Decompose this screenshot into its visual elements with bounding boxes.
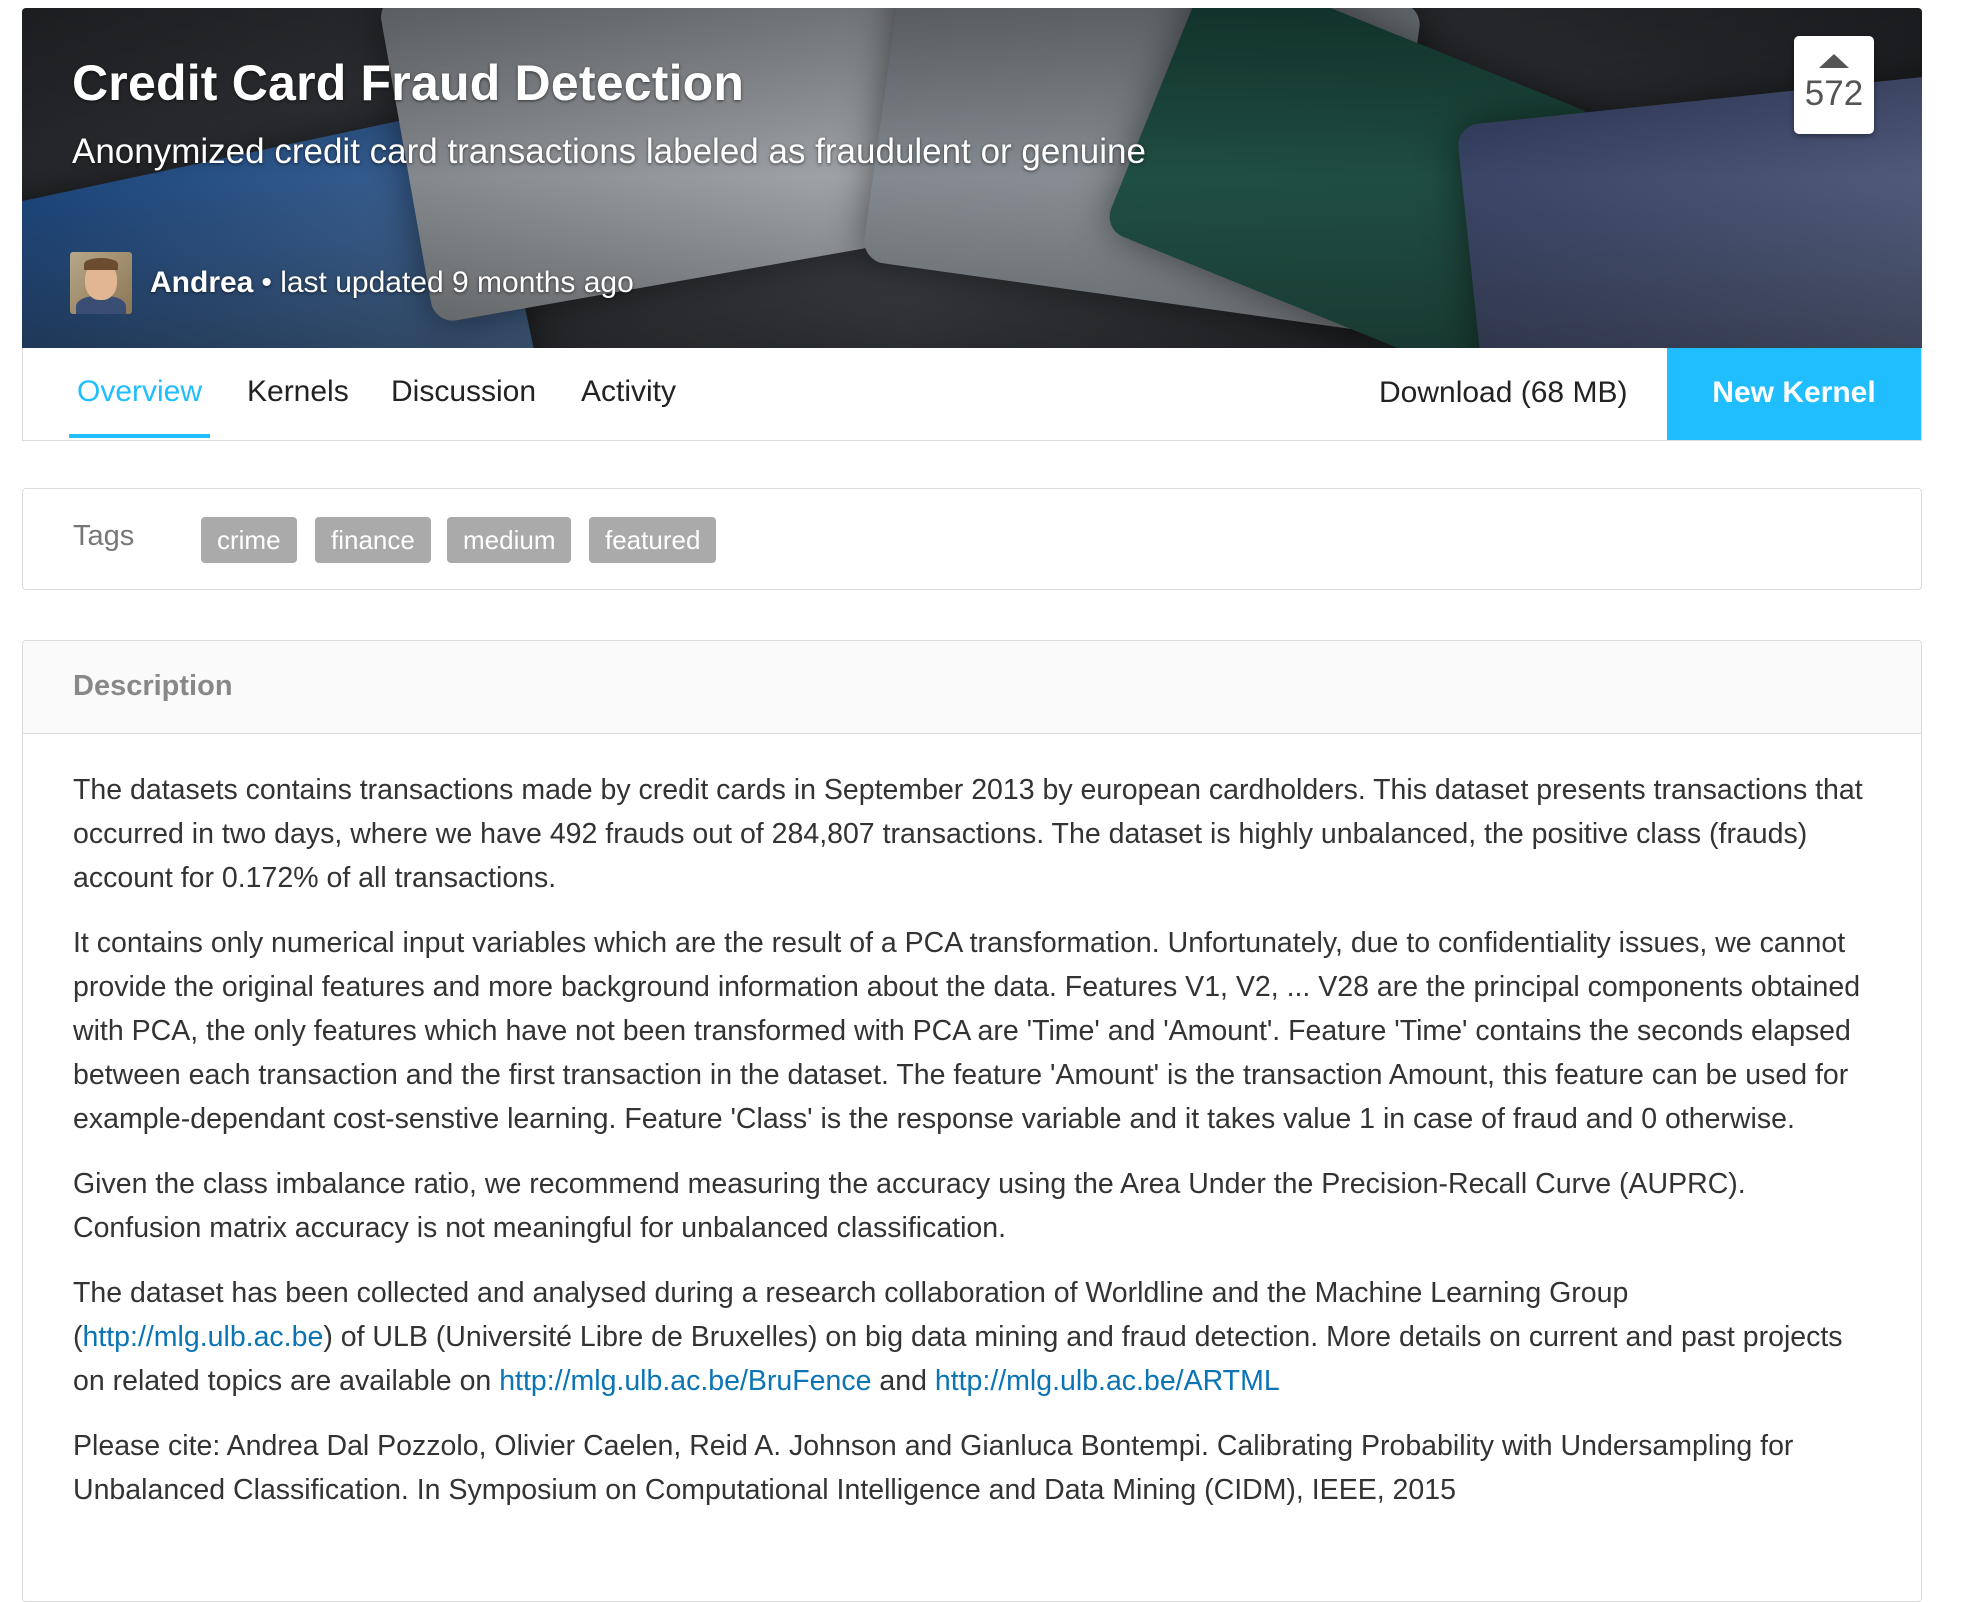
description-header: Description xyxy=(23,641,1921,734)
author-row: Andrea • last updated 9 months ago xyxy=(70,251,634,315)
tab-discussion[interactable]: Discussion xyxy=(391,348,536,438)
description-title: Description xyxy=(73,670,233,702)
description-paragraph: The datasets contains transactions made … xyxy=(73,774,1863,894)
artml-link[interactable]: http://mlg.ulb.ac.be/ARTML xyxy=(935,1365,1280,1397)
tag-featured[interactable]: featured xyxy=(589,517,717,563)
description-body: The datasets contains transactions made … xyxy=(23,734,1921,1512)
tag-medium[interactable]: medium xyxy=(447,517,572,563)
last-updated-text: • last updated 9 months ago xyxy=(261,266,634,299)
tag-finance[interactable]: finance xyxy=(315,517,431,563)
vote-count: 572 xyxy=(1804,74,1864,113)
tags-panel: Tags crime finance medium featured xyxy=(22,488,1922,590)
upvote-button[interactable]: 572 xyxy=(1794,36,1874,134)
description-paragraph: Please cite: Andrea Dal Pozzolo, Olivier… xyxy=(73,1430,1794,1506)
author-name-link[interactable]: Andrea xyxy=(150,266,253,300)
dataset-nav-bar: Overview Kernels Discussion Activity Dow… xyxy=(22,348,1922,441)
dataset-header-banner: Credit Card Fraud Detection Anonymized c… xyxy=(22,8,1922,348)
avatar-hair xyxy=(84,258,118,270)
tab-activity[interactable]: Activity xyxy=(581,348,676,438)
dataset-title: Credit Card Fraud Detection xyxy=(72,55,745,111)
description-paragraph: It contains only numerical input variabl… xyxy=(73,927,1861,1135)
dataset-subtitle: Anonymized credit card transactions labe… xyxy=(72,132,1146,171)
upvote-arrow-icon xyxy=(1819,54,1849,68)
brufence-link[interactable]: http://mlg.ulb.ac.be/BruFence xyxy=(499,1365,871,1397)
paragraph-text: and xyxy=(871,1365,935,1397)
mlg-link[interactable]: http://mlg.ulb.ac.be xyxy=(83,1321,324,1353)
tab-overview[interactable]: Overview xyxy=(69,348,211,438)
description-paragraph: Given the class imbalance ratio, we reco… xyxy=(73,1168,1746,1244)
download-button[interactable]: Download (68 MB) xyxy=(1379,348,1627,440)
new-kernel-button[interactable]: New Kernel xyxy=(1667,348,1921,440)
avatar[interactable] xyxy=(70,252,132,314)
description-paragraph: The dataset has been collected and analy… xyxy=(73,1271,1871,1403)
description-panel: Description The datasets contains transa… xyxy=(22,640,1922,1602)
tags-label: Tags xyxy=(73,520,135,552)
tag-crime[interactable]: crime xyxy=(201,517,297,563)
tab-kernels[interactable]: Kernels xyxy=(247,348,349,438)
